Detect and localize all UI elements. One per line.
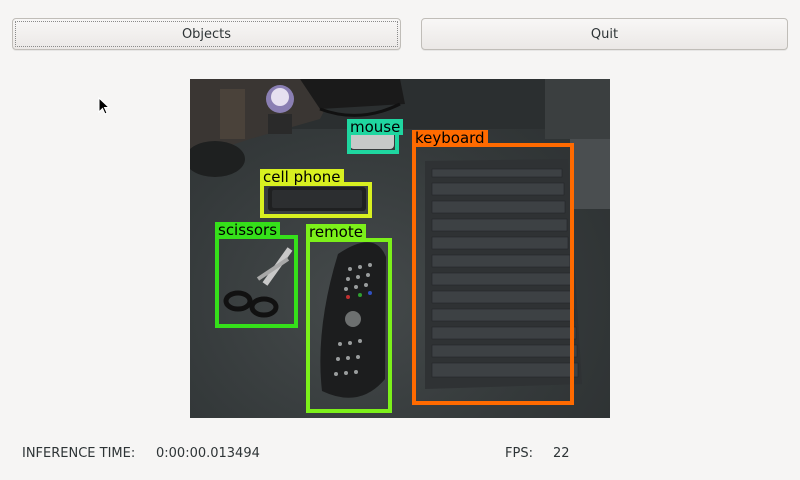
detection-box-remote [306, 238, 392, 413]
detection-box-keyboard [412, 143, 574, 405]
fps-value: 22 [553, 446, 570, 461]
detection-box-cell-phone [260, 182, 372, 218]
camera-feed: mouse keyboard cell phone scissors remot… [190, 79, 610, 418]
detection-label-scissors: scissors [215, 222, 281, 238]
mouse-pointer-icon [98, 97, 111, 115]
detection-label-keyboard: keyboard [412, 130, 488, 146]
inference-time-value: 0:00:00.013494 [156, 446, 260, 461]
detection-label-remote: remote [306, 224, 366, 240]
inference-time-label: INFERENCE TIME: [22, 446, 136, 461]
fps-label: FPS: [505, 446, 533, 461]
detection-label-mouse: mouse [347, 119, 404, 135]
detection-box-scissors [215, 235, 298, 328]
objects-button[interactable]: Objects [12, 18, 401, 50]
detection-label-cell-phone: cell phone [260, 169, 344, 185]
quit-button[interactable]: Quit [421, 18, 788, 50]
